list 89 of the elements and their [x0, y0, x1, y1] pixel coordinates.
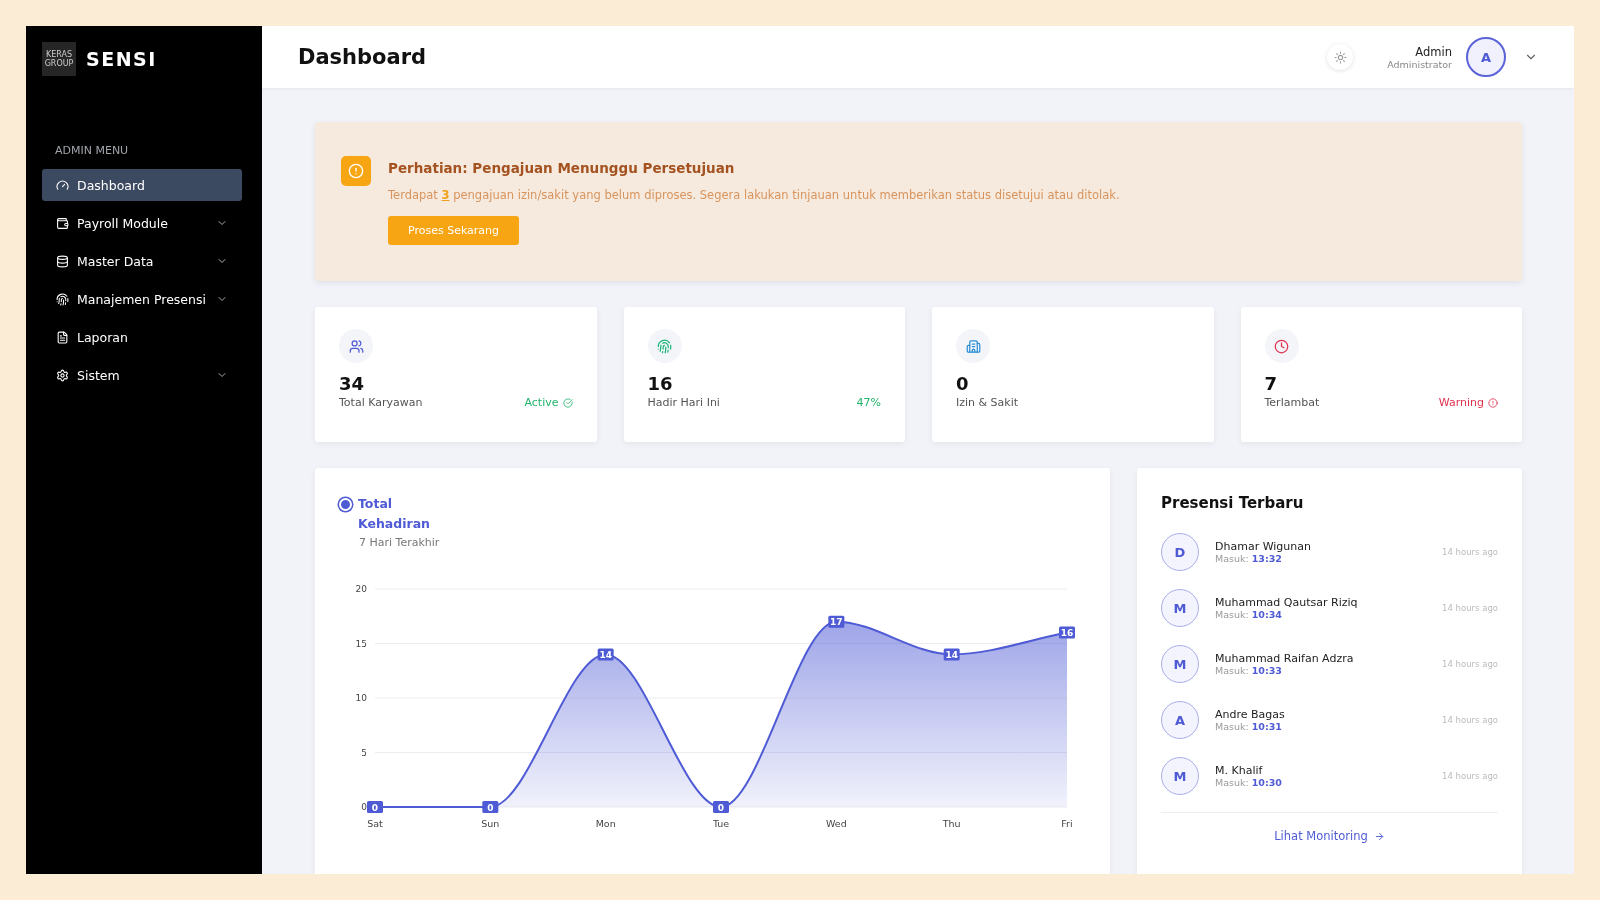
time-ago: 14 hours ago: [1442, 603, 1498, 613]
data-label: 0: [482, 801, 499, 813]
axis-label: 5: [361, 747, 367, 758]
axis-label: Sun: [481, 818, 500, 829]
clock-icon: [1264, 329, 1299, 363]
axis-label: Wed: [825, 818, 847, 829]
database-icon: [56, 254, 69, 268]
axis-label: 15: [355, 638, 367, 649]
data-label: 17: [828, 615, 845, 628]
axis-label: 0: [361, 802, 367, 812]
stat-status: Warning: [1438, 396, 1498, 409]
avatar: D: [1161, 533, 1199, 571]
axis-label: 20: [355, 584, 367, 594]
data-label: 0: [713, 801, 729, 813]
avatar: M: [1161, 757, 1199, 795]
employee-name: M. Khalif: [1215, 764, 1264, 777]
axis-label: Sat: [367, 818, 383, 829]
data-label: 0: [367, 801, 383, 813]
axis-label: 10: [355, 693, 367, 703]
time-ago: 14 hours ago: [1442, 771, 1498, 781]
avatar: M: [1161, 589, 1199, 627]
document-icon: [56, 330, 69, 344]
gauge-icon: [56, 178, 69, 192]
check-in-time: Masuk: 10:34: [1215, 609, 1283, 620]
axis-label: Fri: [1061, 818, 1073, 829]
sidebar-item[interactable]: Payroll Module: [42, 207, 242, 239]
data-label: 14: [943, 648, 960, 661]
sidebar-item[interactable]: Laporan: [42, 321, 242, 353]
arrow-right-icon: [1373, 830, 1385, 842]
check-circle-icon: [562, 397, 573, 408]
page-title: Dashboard: [298, 45, 428, 69]
stat-label: Hadir Hari Ini: [647, 396, 720, 409]
data-label: 0: [717, 802, 725, 813]
theme-toggle[interactable]: [1327, 44, 1354, 70]
check-in-time: Masuk: 10:33: [1215, 665, 1283, 676]
stat-label: Terlambat: [1264, 396, 1320, 409]
avatar: A: [1161, 701, 1199, 739]
avatar[interactable]: A: [1466, 37, 1506, 77]
check-in-time: Masuk: 10:31: [1215, 721, 1283, 732]
data-label: 0: [371, 802, 379, 813]
sun-icon: [1333, 50, 1347, 64]
employee-name: Andre Bagas: [1215, 708, 1286, 721]
wallet-icon: [56, 216, 69, 230]
sidebar-item[interactable]: Dashboard: [42, 169, 242, 201]
stat-value: 16: [647, 373, 674, 394]
monitoring-link[interactable]: Lihat Monitoring: [1274, 829, 1385, 843]
menu-section-label: ADMIN MENU: [55, 144, 130, 157]
stat-value: 7: [1264, 373, 1279, 394]
time-ago: 14 hours ago: [1442, 547, 1498, 557]
chart-subtitle: 7 Hari Terakhir: [359, 536, 441, 549]
user-role: Administrator: [1387, 58, 1452, 70]
legend-marker: [339, 498, 352, 511]
employee-name: Dhamar Wigunan: [1215, 540, 1312, 553]
alert-message: Terdapat 3 pengajuan izin/sakit yang belum diproses. Segera lakukan tinjauan untuk memberikan status disetujui atau ditolak.: [388, 188, 1120, 202]
brand-name: SENSI: [86, 48, 157, 70]
time-ago: 14 hours ago: [1442, 659, 1498, 669]
fingerprint-icon: [56, 292, 69, 306]
data-label: 14: [597, 648, 614, 661]
card-title: Presensi Terbaru: [1161, 494, 1305, 512]
building-icon: [956, 329, 990, 363]
check-in-time: Masuk: 13:32: [1215, 553, 1283, 564]
fingerprint-icon: [647, 329, 682, 363]
sidebar-item[interactable]: Master Data: [42, 245, 242, 277]
alert-title: Perhatian: Pengajuan Menunggu Persetujuan: [388, 160, 736, 176]
stat-value: 0: [956, 373, 970, 394]
time-ago: 14 hours ago: [1442, 715, 1498, 725]
alert-icon: [341, 156, 371, 186]
data-label: 16: [1059, 626, 1075, 639]
axis-label: Tue: [712, 818, 730, 829]
stat-status: Active: [524, 396, 573, 409]
stat-status: 47%: [856, 396, 881, 409]
logo: KERAS GROUP: [42, 42, 76, 76]
data-label: 0: [487, 802, 494, 813]
sidebar-item[interactable]: Sistem: [42, 359, 242, 391]
alert-icon: [1488, 397, 1498, 408]
check-in-time: Masuk: 10:30: [1215, 777, 1283, 788]
employee-name: Muhammad Raifan Adzra: [1215, 652, 1355, 665]
stat-label: Izin & Sakit: [956, 396, 1019, 409]
legend-label: Total Kehadiran: [358, 495, 428, 533]
user-name: Admin: [1414, 44, 1452, 59]
axis-label: Thu: [942, 818, 961, 829]
people-icon: [339, 329, 373, 363]
settings-icon: [56, 368, 69, 382]
stat-label: Total Karyawan: [339, 396, 423, 409]
avatar: M: [1161, 645, 1199, 683]
axis-label: Mon: [595, 818, 616, 829]
stat-value: 34: [339, 373, 366, 394]
employee-name: Muhammad Qautsar Riziq: [1215, 596, 1359, 609]
sidebar-item[interactable]: Manajemen Presensi: [42, 283, 242, 315]
